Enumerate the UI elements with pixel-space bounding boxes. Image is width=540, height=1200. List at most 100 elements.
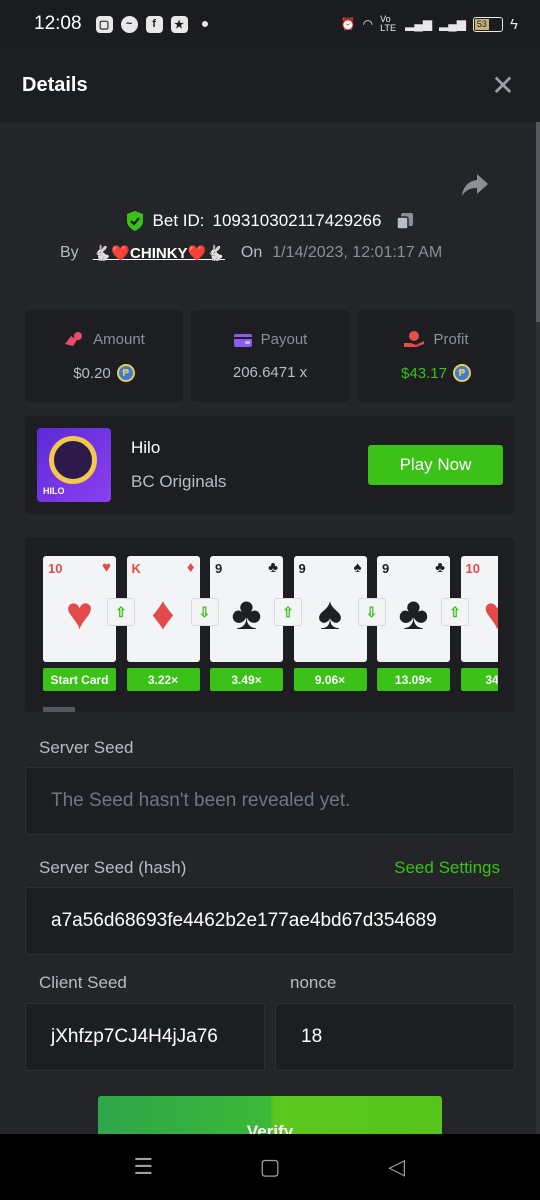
card-rank: 9: [382, 561, 390, 576]
payout-value: 206.6471 x: [232, 364, 308, 381]
battery-level: 53: [475, 18, 489, 30]
amount-value: $0.20: [73, 364, 111, 382]
payout-value-row: 206.6471 x: [233, 364, 307, 381]
signal-icon: ▂▄▆: [405, 17, 433, 31]
amount-value-row: $0.20 ₱: [73, 364, 135, 382]
client-seed-field[interactable]: jXhfzp7CJ4H4jJa76: [25, 1003, 265, 1071]
card-suit-large-icon: ♦: [151, 587, 175, 639]
page-title: Details: [22, 73, 88, 96]
game-thumbnail[interactable]: HILO: [37, 428, 111, 502]
bet-id-row: Bet ID: 109310302117429266: [0, 210, 540, 232]
nonce-field[interactable]: 18: [275, 1003, 515, 1071]
game-info: Hilo BC Originals: [131, 438, 226, 492]
page-scrollbar[interactable]: [536, 122, 540, 1134]
wager-icon: [65, 332, 83, 346]
card-rank: 9: [298, 561, 306, 576]
card-suit-large-icon: ♠: [317, 587, 343, 639]
card-item: 9 ♣ ♣ 3.49×: [210, 556, 283, 691]
coin-icon: ₱: [116, 364, 135, 382]
messenger-icon: ~: [120, 15, 138, 33]
playing-card: 9 ♣ ♣: [210, 556, 283, 662]
status-time: 12:08: [34, 13, 82, 34]
higher-arrow-icon: ⇧: [107, 598, 135, 626]
payout-label-row: Payout: [233, 331, 308, 348]
stat-profit: Profit $43.17 ₱: [357, 310, 515, 402]
seed-settings-link[interactable]: Seed Settings: [394, 858, 500, 878]
card-multiplier: 13.09×: [377, 668, 450, 691]
battery-icon: 53: [473, 16, 504, 32]
user-name-link[interactable]: 🐇❤️CHINKY❤️🐇: [93, 244, 225, 262]
card-suit-icon: ♣: [268, 559, 278, 576]
close-icon[interactable]: ✕: [488, 70, 518, 101]
higher-arrow-icon: ⇧: [274, 598, 302, 626]
profit-label-row: Profit: [403, 330, 469, 348]
server-seed-field[interactable]: The Seed hasn't been revealed yet.: [25, 767, 515, 835]
card-rank: K: [131, 561, 141, 576]
home-icon[interactable]: ▢: [250, 1147, 290, 1187]
playing-card: K ♦ ♦: [126, 556, 200, 662]
nonce-label: nonce: [290, 973, 337, 992]
game-card: HILO Hilo BC Originals Play Now: [25, 416, 515, 514]
card-item: 9 ♠ ♠ 9.06×: [293, 556, 367, 691]
bet-author-row: By 🐇❤️CHINKY❤️🐇 On 1/14/2023, 12:01:17 A…: [60, 244, 442, 262]
amount-label-row: Amount: [63, 330, 145, 348]
more-notifications-icon: [201, 21, 208, 27]
verify-button[interactable]: Verify: [98, 1096, 442, 1134]
notification-icons: ▢ ~ f ★: [95, 15, 208, 33]
card-suit-icon: ♥: [102, 559, 111, 576]
verified-shield-icon: [126, 211, 143, 231]
playing-card: 9 ♣ ♣: [377, 556, 450, 662]
copy-icon[interactable]: [395, 211, 415, 231]
recent-apps-icon[interactable]: ☰: [123, 1147, 163, 1187]
game-thumb-label: HILO: [43, 486, 65, 496]
wallet-icon: [233, 333, 252, 347]
details-header: Details ✕: [0, 48, 540, 122]
card-item: 9 ♣ ♣ 13.09×: [377, 556, 450, 691]
share-icon[interactable]: [460, 172, 490, 198]
server-seed-label: Server Seed: [39, 738, 134, 757]
facebook-icon: f: [145, 15, 163, 33]
network-type: Vo LTE: [380, 14, 396, 33]
on-label: On: [240, 244, 263, 261]
profit-label: Profit: [433, 330, 469, 348]
details-content[interactable]: Bet ID: 109310302117429266 By 🐇❤️CHINKY❤…: [0, 122, 540, 1134]
back-icon[interactable]: ◁: [377, 1147, 417, 1187]
playing-card: 10♥♥: [43, 556, 116, 662]
charging-icon: ϟ: [510, 15, 518, 33]
gallery-icon: ★: [170, 15, 188, 33]
playing-card: 9 ♠ ♠: [293, 556, 367, 662]
signal-icon-2: ▂▄▆: [439, 17, 467, 31]
cards-track[interactable]: 10 ♥ ♥ Start Card K ♦ ♦ 3.22× 9 ♣ ♣ 3.49× 9 ♠ ♠ 9.06× 9 ♣…: [43, 556, 498, 696]
profit-hand-icon: [404, 331, 425, 347]
server-seed-hash-field[interactable]: a7a56d68693fe4462b2e177ae4bd67d354689: [25, 887, 515, 955]
card-suit-icon: ♠: [353, 559, 362, 576]
server-seed-hash-label: Server Seed (hash): [39, 858, 187, 877]
by-label: By: [60, 244, 79, 261]
card-multiplier: Start Card: [43, 668, 116, 691]
bet-date: 1/14/2023, 12:01:17 AM: [272, 244, 443, 261]
card-item: K ♦ ♦ 3.22×: [126, 556, 200, 691]
higher-arrow-icon: ⇧: [441, 598, 469, 626]
stat-payout: Payout 206.6471 x: [191, 310, 349, 402]
bet-stats: Amount $0.20 ₱ Payout 206.6471 x Profit …: [25, 310, 515, 402]
card-multiplier: 3.49×: [210, 668, 283, 691]
profit-value: $43.17: [401, 364, 447, 382]
client-seed-label: Client Seed: [39, 973, 127, 992]
card-rank: 10: [48, 561, 63, 576]
bet-id-label: Bet ID:: [152, 211, 205, 230]
wifi-icon: ◠: [362, 17, 374, 31]
coin-icon: ₱: [452, 364, 471, 382]
system-icons: ⏰ ◠ Vo LTE ▂▄▆ ▂▄▆ 53 ϟ: [341, 15, 518, 33]
status-bar: 12:08 ▢ ~ f ★ ⏰ ◠ Vo LTE ▂▄▆ ▂▄▆ 53 ϟ: [0, 0, 540, 48]
play-now-button[interactable]: Play Now: [368, 445, 503, 485]
card-suit-icon: ♣: [435, 559, 445, 576]
card-multiplier: 9.06×: [293, 668, 367, 691]
card-multiplier: 3.22×: [126, 668, 200, 691]
payout-label: Payout: [260, 331, 308, 348]
profit-value-row: $43.17 ₱: [401, 364, 471, 382]
card-multiplier: 34.0: [460, 668, 498, 691]
card-item: 10 ♥ ♥ Start Card: [43, 556, 116, 691]
amount-label: Amount: [93, 330, 145, 348]
cards-history[interactable]: 10 ♥ ♥ Start Card K ♦ ♦ 3.22× 9 ♣ ♣ 3.49× 9 ♠ ♠ 9.06× 9 ♣…: [25, 538, 515, 712]
cards-scrollbar[interactable]: [43, 707, 75, 712]
